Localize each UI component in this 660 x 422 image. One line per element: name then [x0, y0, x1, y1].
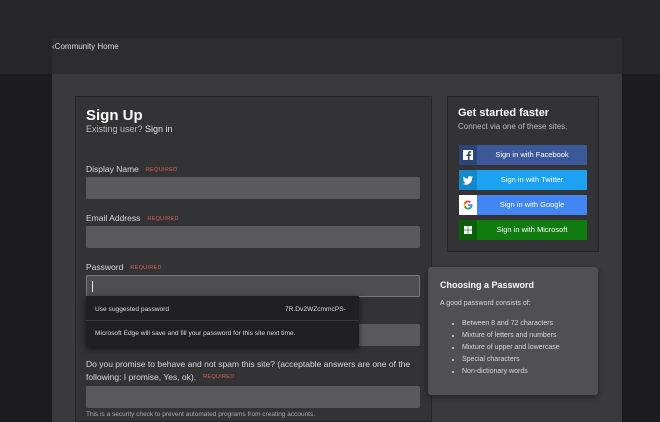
password-label: Password REQUIRED [86, 262, 162, 272]
suggested-password-value[interactable]: 7R.Dv2WZcmmcPS- [285, 306, 346, 313]
password-tips-list: Between 8 and 72 characters Mixture of l… [440, 318, 560, 378]
password-tip-item: Special characters [462, 354, 560, 366]
sign-in-link[interactable]: Sign in [145, 124, 173, 134]
spam-question-input[interactable] [86, 386, 420, 408]
google-signin-label: Sign in with Google [499, 200, 565, 209]
display-name-label-text: Display Name [86, 164, 139, 174]
suggested-password-popup [86, 296, 359, 347]
existing-user-text: Existing user? [86, 124, 143, 134]
display-name-label: Display Name REQUIRED [86, 164, 177, 174]
required-badge: REQUIRED [147, 215, 179, 222]
microsoft-icon [459, 220, 477, 240]
page-title: Sign Up [86, 107, 143, 124]
email-label: Email Address REQUIRED [86, 213, 179, 223]
google-signin-button[interactable]: Sign in with Google [459, 195, 587, 215]
twitter-icon [459, 170, 477, 190]
text-caret [92, 281, 93, 292]
password-tips-intro: A good password consists of: [440, 300, 531, 307]
email-label-text: Email Address [86, 213, 141, 223]
popup-divider [86, 320, 359, 321]
display-name-input[interactable] [86, 177, 420, 199]
microsoft-signin-label: Sign in with Microsoft [496, 225, 568, 234]
password-tip-item: Non-dictionary words [462, 366, 560, 378]
required-badge: REQUIRED [130, 264, 162, 271]
social-subtitle: Connect via one of these sites. [458, 122, 568, 131]
security-check-hint: This is a security check to prevent auto… [86, 411, 316, 418]
password-tip-item: Between 8 and 72 characters [462, 318, 560, 330]
twitter-signin-button[interactable]: Sign in with Twitter [459, 170, 587, 190]
use-suggested-password-option[interactable]: Use suggested password [95, 306, 169, 313]
top-bar [0, 0, 660, 74]
microsoft-signin-button[interactable]: Sign in with Microsoft [459, 220, 587, 240]
facebook-icon [459, 145, 477, 165]
spam-question-text: Do you promise to behave and not spam th… [86, 359, 411, 382]
back-to-community-link[interactable]: ‹Community Home [52, 42, 119, 51]
facebook-signin-label: Sign in with Facebook [495, 150, 569, 159]
back-link-label: Community Home [54, 42, 119, 51]
password-input[interactable] [86, 275, 420, 297]
existing-user-line: Existing user? Sign in [86, 124, 173, 134]
required-badge: REQUIRED [203, 374, 235, 381]
edge-save-note: Microsoft Edge will save and fill your p… [95, 330, 296, 337]
spam-question-label: Do you promise to behave and not spam th… [86, 358, 420, 384]
password-tip-item: Mixture of letters and numbers [462, 330, 560, 342]
facebook-signin-button[interactable]: Sign in with Facebook [459, 145, 587, 165]
password-tip-item: Mixture of upper and lowercase [462, 342, 560, 354]
twitter-signin-label: Sign in with Twitter [500, 175, 564, 184]
required-badge: REQUIRED [145, 166, 178, 173]
community-header [52, 38, 622, 74]
social-title: Get started faster [458, 107, 550, 119]
password-label-text: Password [86, 262, 124, 272]
google-icon [459, 195, 477, 215]
password-tips-title: Choosing a Password [440, 280, 535, 290]
email-input[interactable] [86, 226, 420, 248]
